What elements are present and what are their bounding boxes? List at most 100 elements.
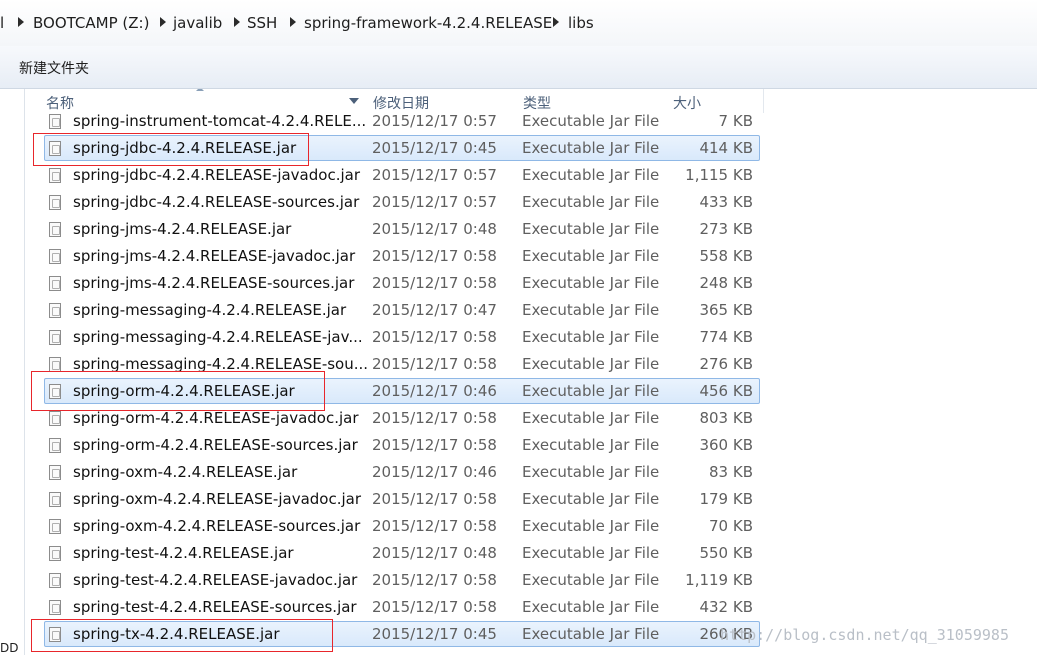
- file-name: spring-oxm-4.2.4.RELEASE-javadoc.jar: [73, 490, 362, 508]
- file-type: Executable Jar File: [522, 409, 660, 427]
- column-divider[interactable]: [763, 89, 764, 113]
- annotation-box: [31, 619, 333, 652]
- file-size: 432 KB: [699, 598, 753, 616]
- breadcrumb-item-javalib[interactable]: javalib: [173, 14, 222, 32]
- file-size: 774 KB: [699, 328, 753, 346]
- file-type: Executable Jar File: [522, 166, 660, 184]
- file-type: Executable Jar File: [522, 598, 660, 616]
- file-modified: 2015/12/17 0:57: [372, 166, 497, 184]
- file-size: 414 KB: [699, 139, 753, 157]
- file-type: Executable Jar File: [522, 274, 660, 292]
- file-modified: 2015/12/17 0:58: [372, 274, 497, 292]
- jar-file-icon: [49, 249, 61, 264]
- file-modified: 2015/12/17 0:58: [372, 328, 497, 346]
- file-modified: 2015/12/17 0:58: [372, 598, 497, 616]
- file-modified: 2015/12/17 0:48: [372, 544, 497, 562]
- file-size: 550 KB: [699, 544, 753, 562]
- column-header-type[interactable]: 类型: [515, 89, 665, 113]
- address-bar[interactable]: l BOOTCAMP (Z:) javalib SSH spring-frame…: [0, 0, 1037, 47]
- chevron-down-icon[interactable]: [349, 98, 359, 104]
- watermark: http://blog.csdn.net/qq_31059985: [720, 626, 1009, 644]
- file-type: Executable Jar File: [522, 139, 660, 157]
- file-name: spring-jms-4.2.4.RELEASE-sources.jar: [73, 274, 355, 292]
- file-type: Executable Jar File: [522, 517, 660, 535]
- file-modified: 2015/12/17 0:58: [372, 247, 497, 265]
- column-header-name-label: 名称: [46, 96, 74, 112]
- jar-file-icon: [49, 168, 61, 183]
- file-size: 558 KB: [699, 247, 753, 265]
- column-header-modified[interactable]: 修改日期: [365, 89, 515, 113]
- file-modified: 2015/12/17 0:48: [372, 220, 497, 238]
- file-row[interactable]: spring-test-4.2.4.RELEASE-javadoc.jar 201…: [44, 567, 760, 593]
- column-header-size[interactable]: 大小: [665, 89, 763, 113]
- file-row[interactable]: spring-jdbc-4.2.4.RELEASE-sources.jar 201…: [44, 189, 760, 215]
- breadcrumb-arrow-icon[interactable]: [234, 17, 240, 27]
- file-row[interactable]: spring-test-4.2.4.RELEASE.jar 2015/12/17 …: [44, 540, 760, 566]
- file-name: spring-messaging-4.2.4.RELEASE-jav...: [73, 328, 363, 346]
- file-modified: 2015/12/17 0:57: [372, 193, 497, 211]
- jar-file-icon: [49, 519, 61, 534]
- file-size: 179 KB: [699, 490, 753, 508]
- file-row[interactable]: spring-messaging-4.2.4.RELEASE-jav... 201…: [44, 324, 760, 350]
- jar-file-icon: [49, 465, 61, 480]
- file-size: 273 KB: [699, 220, 753, 238]
- file-row[interactable]: spring-oxm-4.2.4.RELEASE-javadoc.jar 2015…: [44, 486, 760, 512]
- breadcrumb-item-libs[interactable]: libs: [568, 14, 594, 32]
- file-row[interactable]: spring-jms-4.2.4.RELEASE-sources.jar 2015…: [44, 270, 760, 296]
- file-name: spring-orm-4.2.4.RELEASE-sources.jar: [73, 436, 358, 454]
- file-type: Executable Jar File: [522, 571, 660, 589]
- annotation-box: [31, 371, 325, 411]
- breadcrumb-item-spring-framework[interactable]: spring-framework-4.2.4.RELEASE: [304, 14, 552, 32]
- file-row[interactable]: spring-jms-4.2.4.RELEASE-javadoc.jar 2015…: [44, 243, 760, 269]
- file-name: spring-jdbc-4.2.4.RELEASE-javadoc.jar: [73, 166, 360, 184]
- breadcrumb-item-drive[interactable]: BOOTCAMP (Z:): [33, 14, 149, 32]
- jar-file-icon: [49, 573, 61, 588]
- file-name: spring-test-4.2.4.RELEASE-sources.jar: [73, 598, 357, 616]
- annotation-box: [33, 133, 309, 166]
- breadcrumb-arrow-icon[interactable]: [553, 17, 559, 27]
- file-row[interactable]: spring-orm-4.2.4.RELEASE-sources.jar 2015…: [44, 432, 760, 458]
- file-size: 456 KB: [699, 382, 753, 400]
- jar-file-icon: [49, 303, 61, 318]
- jar-file-icon: [49, 411, 61, 426]
- column-header-name[interactable]: 名称: [38, 89, 365, 113]
- file-name: spring-orm-4.2.4.RELEASE-javadoc.jar: [73, 409, 359, 427]
- file-row[interactable]: spring-test-4.2.4.RELEASE-sources.jar 201…: [44, 594, 760, 620]
- jar-file-icon: [49, 438, 61, 453]
- file-size: 70 KB: [709, 517, 753, 535]
- file-name: spring-instrument-tomcat-4.2.4.RELE...: [73, 112, 367, 130]
- file-name: spring-jdbc-4.2.4.RELEASE-sources.jar: [73, 193, 360, 211]
- file-modified: 2015/12/17 0:58: [372, 517, 497, 535]
- breadcrumb-arrow-icon[interactable]: [18, 17, 24, 27]
- jar-file-icon: [49, 276, 61, 291]
- file-modified: 2015/12/17 0:46: [372, 382, 497, 400]
- file-modified: 2015/12/17 0:47: [372, 301, 497, 319]
- file-type: Executable Jar File: [522, 625, 660, 643]
- file-row[interactable]: spring-jms-4.2.4.RELEASE.jar 2015/12/17 0…: [44, 216, 760, 242]
- file-size: 803 KB: [699, 409, 753, 427]
- file-name: spring-oxm-4.2.4.RELEASE-sources.jar: [73, 517, 361, 535]
- breadcrumb-item-ssh[interactable]: SSH: [247, 14, 277, 32]
- file-size: 276 KB: [699, 355, 753, 373]
- jar-file-icon: [49, 114, 61, 129]
- file-type: Executable Jar File: [522, 355, 660, 373]
- file-type: Executable Jar File: [522, 247, 660, 265]
- file-row[interactable]: spring-oxm-4.2.4.RELEASE-sources.jar 2015…: [44, 513, 760, 539]
- file-row[interactable]: spring-oxm-4.2.4.RELEASE.jar 2015/12/17 0…: [44, 459, 760, 485]
- breadcrumb-arrow-icon[interactable]: [160, 17, 166, 27]
- file-type: Executable Jar File: [522, 112, 660, 130]
- file-modified: 2015/12/17 0:45: [372, 139, 497, 157]
- file-modified: 2015/12/17 0:58: [372, 571, 497, 589]
- file-type: Executable Jar File: [522, 193, 660, 211]
- file-size: 433 KB: [699, 193, 753, 211]
- file-row[interactable]: spring-messaging-4.2.4.RELEASE.jar 2015/1…: [44, 297, 760, 323]
- file-name: spring-test-4.2.4.RELEASE.jar: [73, 544, 294, 562]
- file-size: 83 KB: [709, 463, 753, 481]
- breadcrumb-arrow-icon[interactable]: [290, 17, 296, 27]
- file-modified: 2015/12/17 0:57: [372, 112, 497, 130]
- breadcrumb-fragment: l: [0, 14, 5, 32]
- new-folder-button[interactable]: 新建文件夹: [19, 58, 89, 78]
- file-modified: 2015/12/17 0:58: [372, 436, 497, 454]
- file-type: Executable Jar File: [522, 490, 660, 508]
- jar-file-icon: [49, 492, 61, 507]
